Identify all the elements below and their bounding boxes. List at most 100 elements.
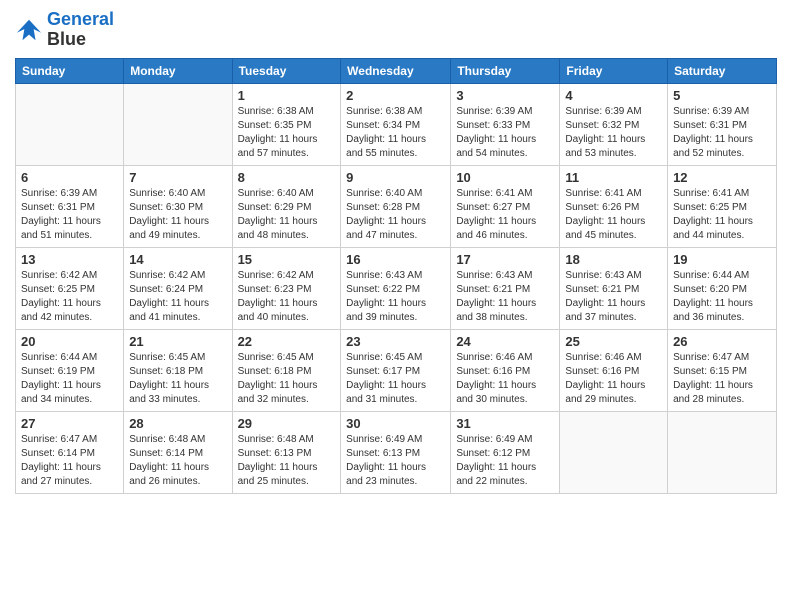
day-info: Sunrise: 6:39 AM Sunset: 6:32 PM Dayligh… [565, 105, 662, 161]
day-number: 27 [21, 416, 118, 431]
calendar-cell: 12 Sunrise: 6:41 AM Sunset: 6:25 PM Dayli… [668, 165, 777, 247]
day-info: Sunrise: 6:44 AM Sunset: 6:20 PM Dayligh… [673, 269, 771, 325]
day-number: 3 [456, 88, 554, 103]
weekday-header-sunday: Sunday [16, 58, 124, 83]
week-row-5: 27 Sunrise: 6:47 AM Sunset: 6:14 PM Dayli… [16, 411, 777, 493]
calendar-cell: 1 Sunrise: 6:38 AM Sunset: 6:35 PM Daylig… [232, 83, 341, 165]
day-number: 14 [129, 252, 226, 267]
calendar-page: GeneralBlue SundayMondayTuesdayWednesday… [0, 0, 792, 612]
calendar-cell: 23 Sunrise: 6:45 AM Sunset: 6:17 PM Dayli… [341, 329, 451, 411]
day-number: 30 [346, 416, 445, 431]
day-number: 6 [21, 170, 118, 185]
calendar-cell [560, 411, 668, 493]
day-info: Sunrise: 6:47 AM Sunset: 6:15 PM Dayligh… [673, 351, 771, 407]
page-header: GeneralBlue [15, 10, 777, 50]
day-info: Sunrise: 6:43 AM Sunset: 6:22 PM Dayligh… [346, 269, 445, 325]
day-number: 17 [456, 252, 554, 267]
calendar-cell [16, 83, 124, 165]
calendar-cell: 28 Sunrise: 6:48 AM Sunset: 6:14 PM Dayli… [124, 411, 232, 493]
day-number: 21 [129, 334, 226, 349]
week-row-4: 20 Sunrise: 6:44 AM Sunset: 6:19 PM Dayli… [16, 329, 777, 411]
day-info: Sunrise: 6:41 AM Sunset: 6:27 PM Dayligh… [456, 187, 554, 243]
calendar-cell: 19 Sunrise: 6:44 AM Sunset: 6:20 PM Dayli… [668, 247, 777, 329]
calendar-cell: 24 Sunrise: 6:46 AM Sunset: 6:16 PM Dayli… [451, 329, 560, 411]
day-number: 4 [565, 88, 662, 103]
day-info: Sunrise: 6:47 AM Sunset: 6:14 PM Dayligh… [21, 433, 118, 489]
day-number: 1 [238, 88, 336, 103]
day-number: 15 [238, 252, 336, 267]
calendar-cell: 7Sunrise: 6:40 AM Sunset: 6:30 PM Daylig… [124, 165, 232, 247]
day-number: 12 [673, 170, 771, 185]
day-number: 13 [21, 252, 118, 267]
day-info: Sunrise: 6:44 AM Sunset: 6:19 PM Dayligh… [21, 351, 118, 407]
day-number: 18 [565, 252, 662, 267]
calendar-cell: 18 Sunrise: 6:43 AM Sunset: 6:21 PM Dayli… [560, 247, 668, 329]
day-info: Sunrise: 6:40 AM Sunset: 6:29 PM Dayligh… [238, 187, 336, 243]
calendar-cell: 21 Sunrise: 6:45 AM Sunset: 6:18 PM Dayli… [124, 329, 232, 411]
day-info: Sunrise: 6:42 AM Sunset: 6:25 PM Dayligh… [21, 269, 118, 325]
day-info: Sunrise: 6:42 AM Sunset: 6:23 PM Dayligh… [238, 269, 336, 325]
calendar-cell: 3 Sunrise: 6:39 AM Sunset: 6:33 PM Daylig… [451, 83, 560, 165]
day-info: Sunrise: 6:41 AM Sunset: 6:26 PM Dayligh… [565, 187, 662, 243]
day-number: 8 [238, 170, 336, 185]
week-row-2: 6Sunrise: 6:39 AM Sunset: 6:31 PM Daylig… [16, 165, 777, 247]
calendar-cell: 5 Sunrise: 6:39 AM Sunset: 6:31 PM Daylig… [668, 83, 777, 165]
calendar-cell: 22Sunrise: 6:45 AM Sunset: 6:18 PM Dayli… [232, 329, 341, 411]
calendar-cell: 31 Sunrise: 6:49 AM Sunset: 6:12 PM Dayli… [451, 411, 560, 493]
day-number: 16 [346, 252, 445, 267]
calendar-cell: 20 Sunrise: 6:44 AM Sunset: 6:19 PM Dayli… [16, 329, 124, 411]
day-number: 25 [565, 334, 662, 349]
day-info: Sunrise: 6:48 AM Sunset: 6:13 PM Dayligh… [238, 433, 336, 489]
week-row-3: 13 Sunrise: 6:42 AM Sunset: 6:25 PM Dayli… [16, 247, 777, 329]
calendar-cell: 30Sunrise: 6:49 AM Sunset: 6:13 PM Dayli… [341, 411, 451, 493]
calendar-cell: 17 Sunrise: 6:43 AM Sunset: 6:21 PM Dayli… [451, 247, 560, 329]
day-number: 28 [129, 416, 226, 431]
calendar-cell: 9 Sunrise: 6:40 AM Sunset: 6:28 PM Daylig… [341, 165, 451, 247]
calendar-cell: 11Sunrise: 6:41 AM Sunset: 6:26 PM Dayli… [560, 165, 668, 247]
day-info: Sunrise: 6:38 AM Sunset: 6:34 PM Dayligh… [346, 105, 445, 161]
day-info: Sunrise: 6:41 AM Sunset: 6:25 PM Dayligh… [673, 187, 771, 243]
day-number: 20 [21, 334, 118, 349]
day-info: Sunrise: 6:45 AM Sunset: 6:17 PM Dayligh… [346, 351, 445, 407]
day-info: Sunrise: 6:45 AM Sunset: 6:18 PM Dayligh… [129, 351, 226, 407]
weekday-header-friday: Friday [560, 58, 668, 83]
weekday-header-wednesday: Wednesday [341, 58, 451, 83]
logo: GeneralBlue [15, 10, 114, 50]
day-number: 24 [456, 334, 554, 349]
calendar-cell: 15 Sunrise: 6:42 AM Sunset: 6:23 PM Dayli… [232, 247, 341, 329]
day-info: Sunrise: 6:40 AM Sunset: 6:28 PM Dayligh… [346, 187, 445, 243]
day-info: Sunrise: 6:49 AM Sunset: 6:12 PM Dayligh… [456, 433, 554, 489]
day-number: 23 [346, 334, 445, 349]
calendar-cell: 10 Sunrise: 6:41 AM Sunset: 6:27 PM Dayli… [451, 165, 560, 247]
day-info: Sunrise: 6:48 AM Sunset: 6:14 PM Dayligh… [129, 433, 226, 489]
weekday-header-row: SundayMondayTuesdayWednesdayThursdayFrid… [16, 58, 777, 83]
day-info: Sunrise: 6:42 AM Sunset: 6:24 PM Dayligh… [129, 269, 226, 325]
week-row-1: 1 Sunrise: 6:38 AM Sunset: 6:35 PM Daylig… [16, 83, 777, 165]
day-number: 2 [346, 88, 445, 103]
weekday-header-tuesday: Tuesday [232, 58, 341, 83]
weekday-header-saturday: Saturday [668, 58, 777, 83]
calendar-cell: 6Sunrise: 6:39 AM Sunset: 6:31 PM Daylig… [16, 165, 124, 247]
day-number: 5 [673, 88, 771, 103]
day-info: Sunrise: 6:45 AM Sunset: 6:18 PM Dayligh… [238, 351, 336, 407]
calendar-cell: 13 Sunrise: 6:42 AM Sunset: 6:25 PM Dayli… [16, 247, 124, 329]
day-info: Sunrise: 6:38 AM Sunset: 6:35 PM Dayligh… [238, 105, 336, 161]
calendar-cell: 26 Sunrise: 6:47 AM Sunset: 6:15 PM Dayli… [668, 329, 777, 411]
day-info: Sunrise: 6:46 AM Sunset: 6:16 PM Dayligh… [456, 351, 554, 407]
calendar-cell [668, 411, 777, 493]
day-info: Sunrise: 6:43 AM Sunset: 6:21 PM Dayligh… [456, 269, 554, 325]
day-number: 31 [456, 416, 554, 431]
day-number: 10 [456, 170, 554, 185]
calendar-cell: 4 Sunrise: 6:39 AM Sunset: 6:32 PM Daylig… [560, 83, 668, 165]
calendar-cell: 16 Sunrise: 6:43 AM Sunset: 6:22 PM Dayli… [341, 247, 451, 329]
weekday-header-monday: Monday [124, 58, 232, 83]
calendar-cell: 27 Sunrise: 6:47 AM Sunset: 6:14 PM Dayli… [16, 411, 124, 493]
day-number: 19 [673, 252, 771, 267]
weekday-header-thursday: Thursday [451, 58, 560, 83]
calendar-cell: 25Sunrise: 6:46 AM Sunset: 6:16 PM Dayli… [560, 329, 668, 411]
day-info: Sunrise: 6:39 AM Sunset: 6:31 PM Dayligh… [673, 105, 771, 161]
day-info: Sunrise: 6:39 AM Sunset: 6:33 PM Dayligh… [456, 105, 554, 161]
day-info: Sunrise: 6:43 AM Sunset: 6:21 PM Dayligh… [565, 269, 662, 325]
day-number: 26 [673, 334, 771, 349]
day-number: 9 [346, 170, 445, 185]
